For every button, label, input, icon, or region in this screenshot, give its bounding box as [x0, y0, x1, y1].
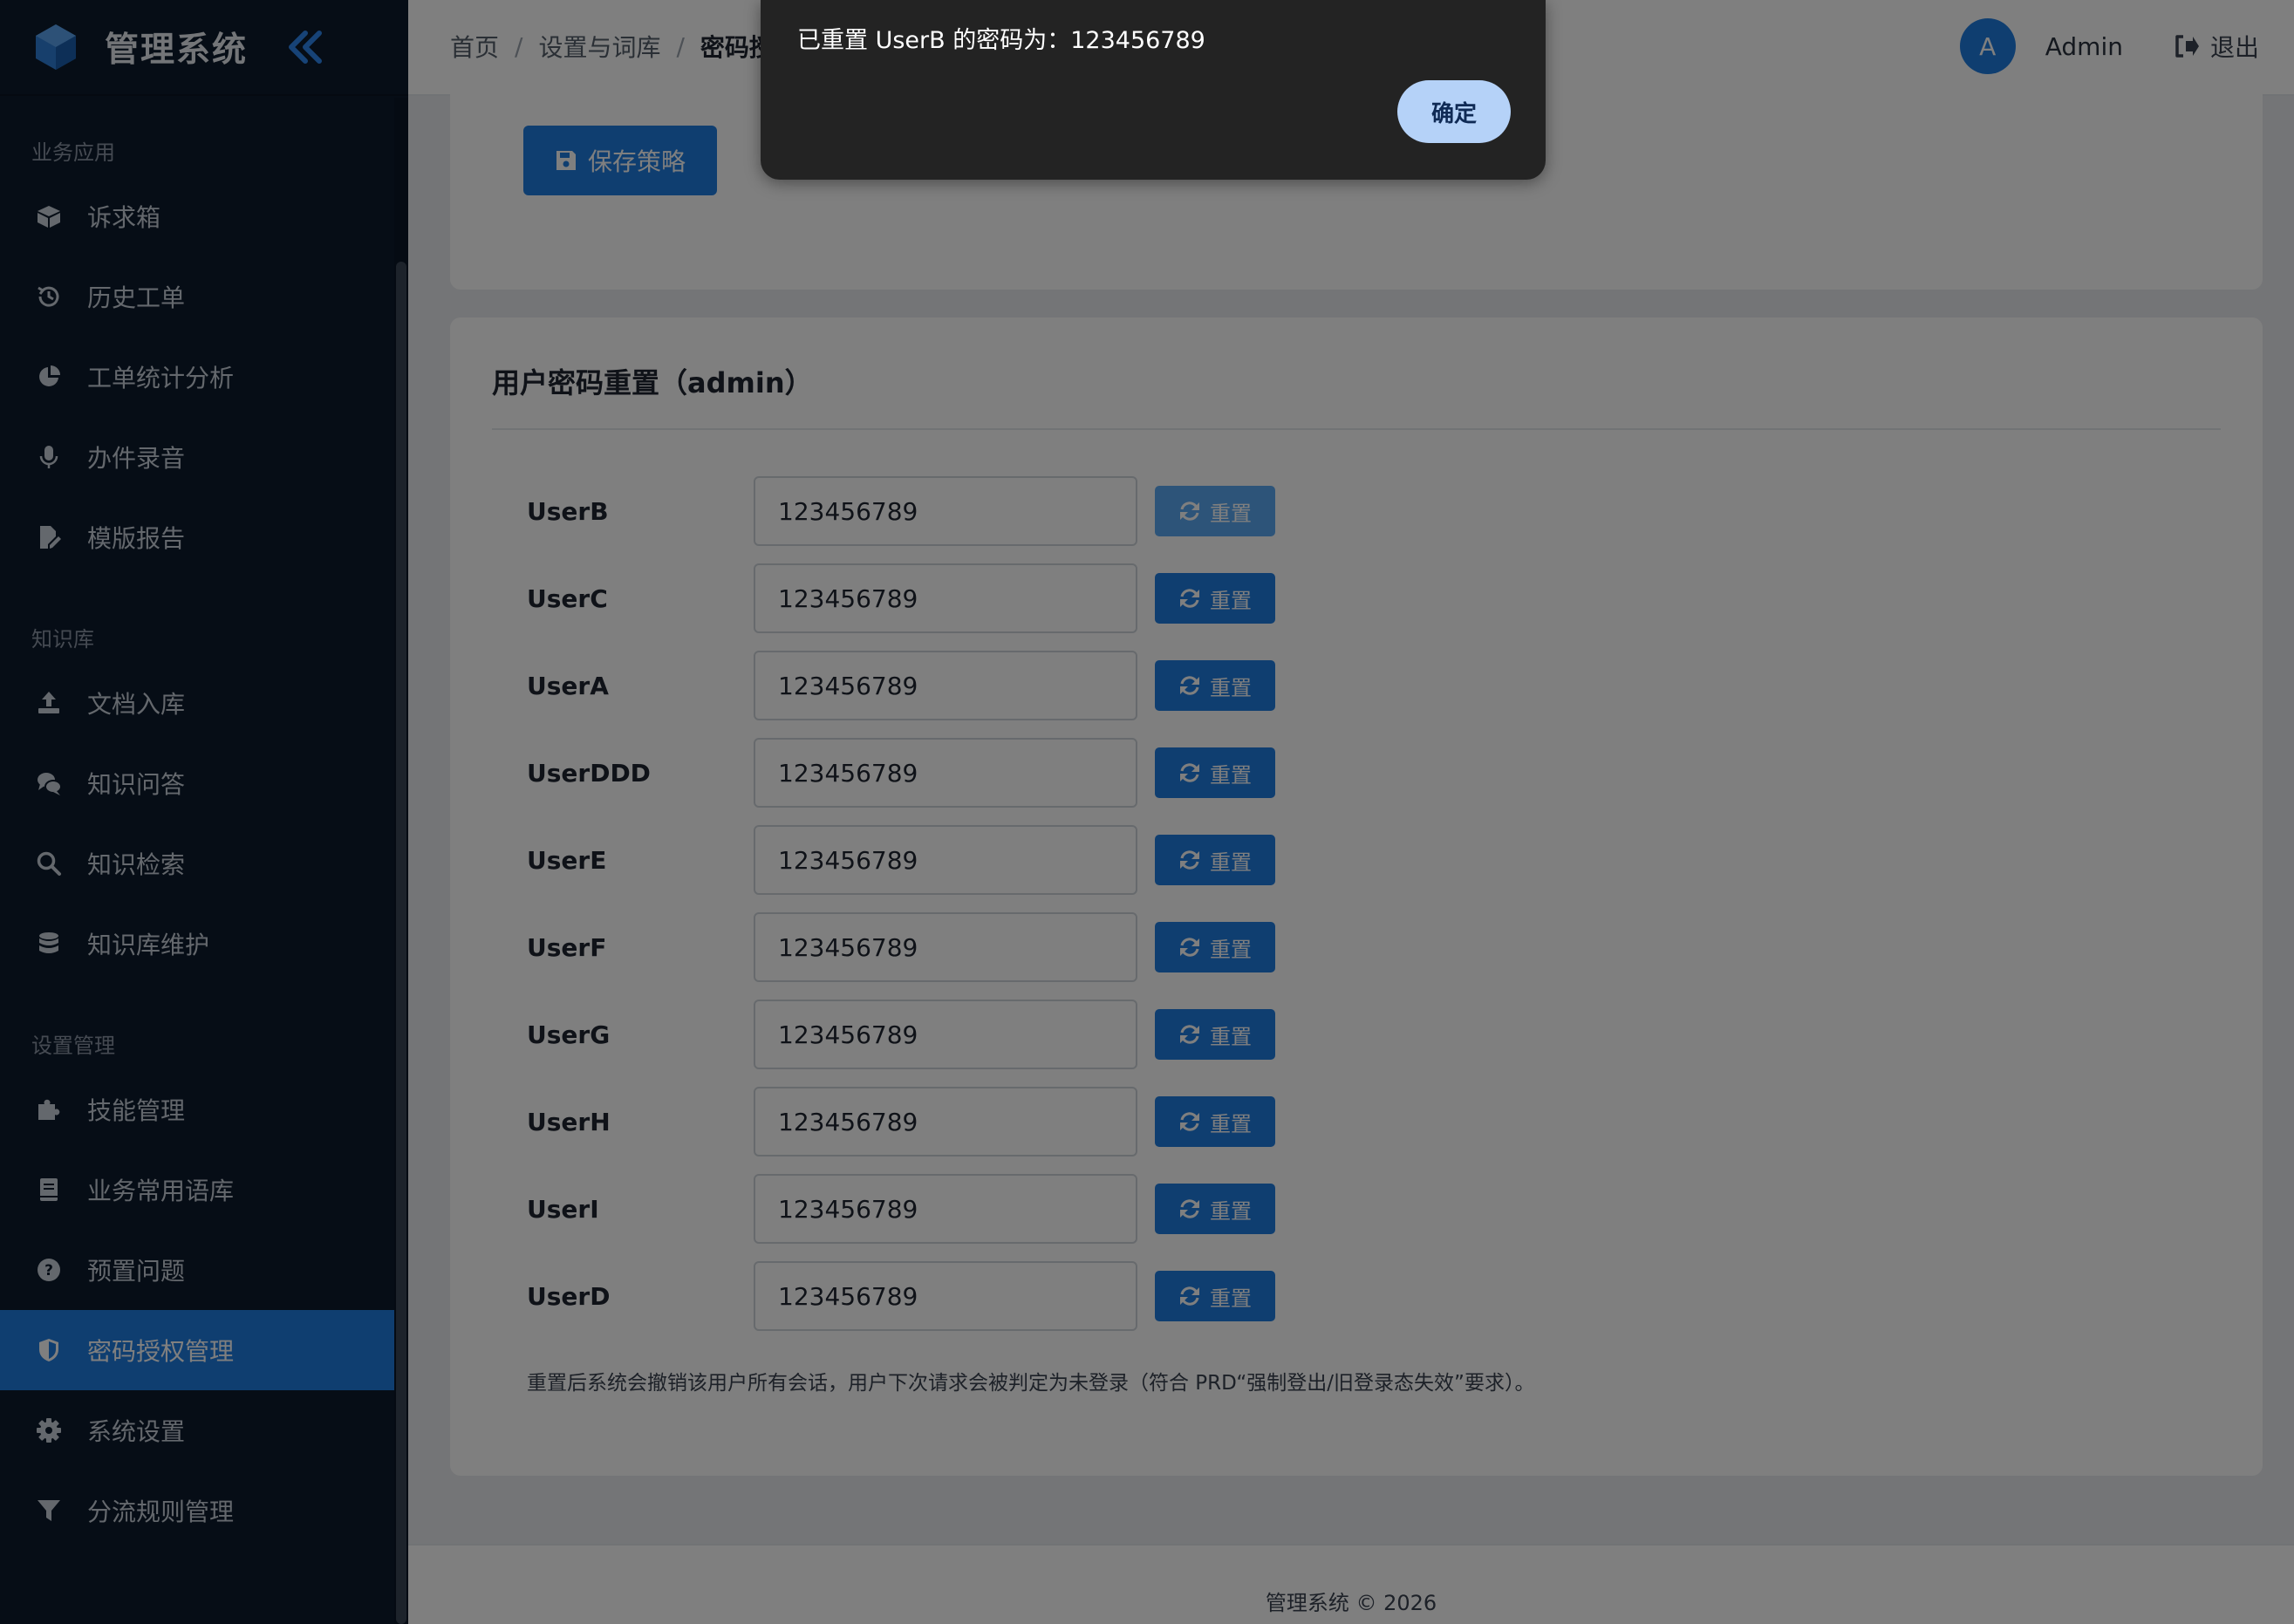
confirm-button[interactable]: 确定 [1397, 80, 1511, 143]
dialog-message: 已重置 UserB 的密码为：123456789 [797, 27, 1205, 54]
modal-overlay[interactable] [0, 0, 2294, 1624]
alert-dialog: 已重置 UserB 的密码为：123456789 确定 [761, 0, 1546, 180]
